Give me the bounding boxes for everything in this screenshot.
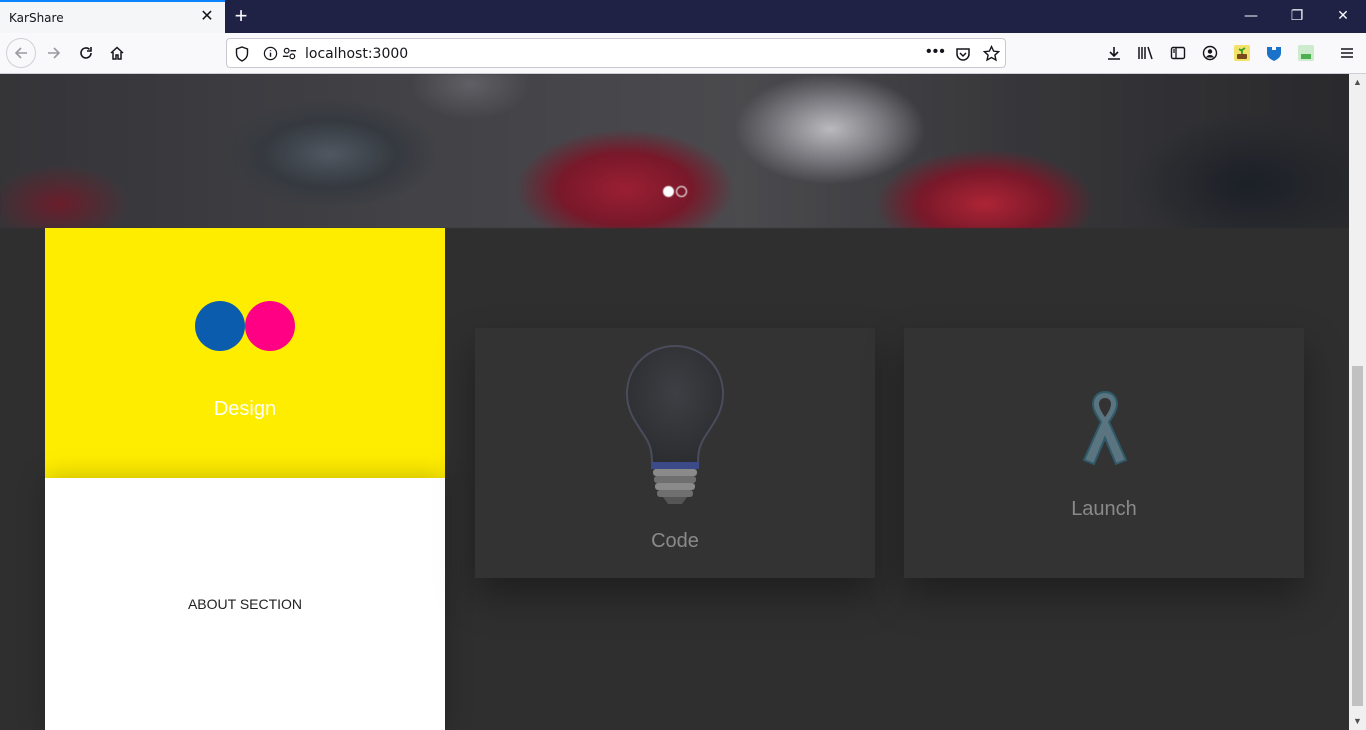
carousel-dot-2[interactable]: [676, 186, 687, 197]
downloads-button[interactable]: [1100, 39, 1128, 67]
account-button[interactable]: [1196, 39, 1224, 67]
page-scrollbar[interactable]: ▲ ▼: [1349, 74, 1366, 730]
download-icon: [1108, 47, 1120, 60]
restore-button[interactable]: ❐: [1274, 0, 1320, 33]
about-section-card: ABOUT SECTION: [45, 478, 445, 730]
navigation-toolbar: localhost:3000 •••: [0, 33, 1366, 74]
menu-button[interactable]: [1333, 39, 1361, 67]
carousel-dot-1[interactable]: [663, 186, 674, 197]
extension-button-3[interactable]: [1292, 39, 1320, 67]
sidebar-button[interactable]: [1164, 39, 1192, 67]
reload-icon: [80, 47, 92, 59]
sidebar-icon: [1170, 46, 1186, 60]
back-button[interactable]: [6, 38, 36, 68]
shield-icon[interactable]: [235, 46, 249, 62]
page-actions-icon[interactable]: •••: [926, 43, 946, 61]
minimize-button[interactable]: —: [1228, 0, 1274, 33]
pocket-icon[interactable]: [955, 46, 971, 62]
lightbulb-icon: [625, 344, 725, 504]
library-button[interactable]: [1132, 39, 1160, 67]
ribbon-icon: [1082, 390, 1128, 466]
tab-close-icon[interactable]: ✕: [198, 8, 216, 26]
code-label: Code: [651, 530, 699, 552]
extension-cors-icon: [1298, 45, 1314, 61]
carousel-indicators: [663, 186, 687, 197]
forward-arrow-icon: [48, 47, 61, 59]
tab-title: KarShare: [9, 11, 64, 25]
code-card[interactable]: Code: [475, 328, 875, 578]
info-icon[interactable]: [263, 46, 278, 61]
launch-card[interactable]: Launch: [904, 328, 1304, 578]
scroll-up-arrow-icon[interactable]: ▲: [1349, 74, 1366, 91]
url-bar[interactable]: localhost:3000 •••: [226, 38, 1006, 68]
back-arrow-icon: [14, 47, 27, 59]
flickr-pink-dot-icon: [245, 301, 295, 351]
library-icon: [1138, 46, 1153, 60]
scrollbar-thumb[interactable]: [1352, 366, 1363, 706]
extension-button-1[interactable]: [1228, 39, 1256, 67]
design-card[interactable]: Design: [45, 228, 445, 478]
new-tab-button[interactable]: +: [230, 4, 252, 28]
home-icon: [110, 46, 124, 60]
flickr-blue-dot-icon: [195, 301, 245, 351]
bookmark-star-icon[interactable]: [983, 45, 1000, 62]
url-text[interactable]: localhost:3000: [305, 46, 408, 62]
extension-shield-icon: [1267, 47, 1281, 61]
close-window-button[interactable]: ✕: [1320, 0, 1366, 33]
extension-plant-icon: [1234, 45, 1250, 61]
forward-button[interactable]: [40, 39, 68, 67]
hamburger-menu-icon: [1341, 48, 1353, 58]
account-icon: [1202, 45, 1218, 61]
design-label: Design: [213, 398, 277, 420]
extension-button-2[interactable]: [1260, 39, 1288, 67]
home-button[interactable]: [103, 39, 131, 67]
hero-carousel: [0, 74, 1349, 228]
permissions-icon[interactable]: [282, 46, 297, 61]
scroll-down-arrow-icon[interactable]: ▼: [1349, 713, 1366, 730]
browser-tab[interactable]: KarShare ✕: [0, 0, 225, 33]
tab-bar: KarShare ✕ + — ❐ ✕: [0, 0, 1366, 33]
about-section-label: ABOUT SECTION: [187, 596, 303, 612]
launch-label: Launch: [1071, 498, 1137, 520]
reload-button[interactable]: [72, 39, 100, 67]
page-content: Design ABOUT SECTION Code Launch: [0, 74, 1349, 730]
